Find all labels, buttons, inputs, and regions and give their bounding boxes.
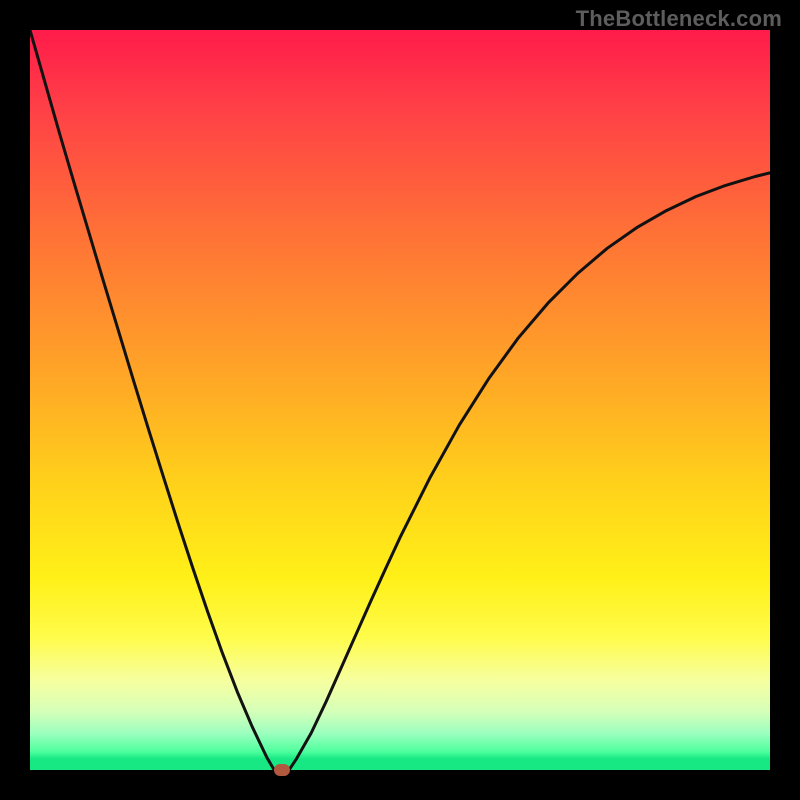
watermark-label: TheBottleneck.com <box>576 6 782 32</box>
bottleneck-curve <box>30 30 770 770</box>
chart-frame: TheBottleneck.com <box>0 0 800 800</box>
plot-area <box>30 30 770 770</box>
optimal-point-marker <box>274 764 290 776</box>
curve-svg <box>30 30 770 770</box>
